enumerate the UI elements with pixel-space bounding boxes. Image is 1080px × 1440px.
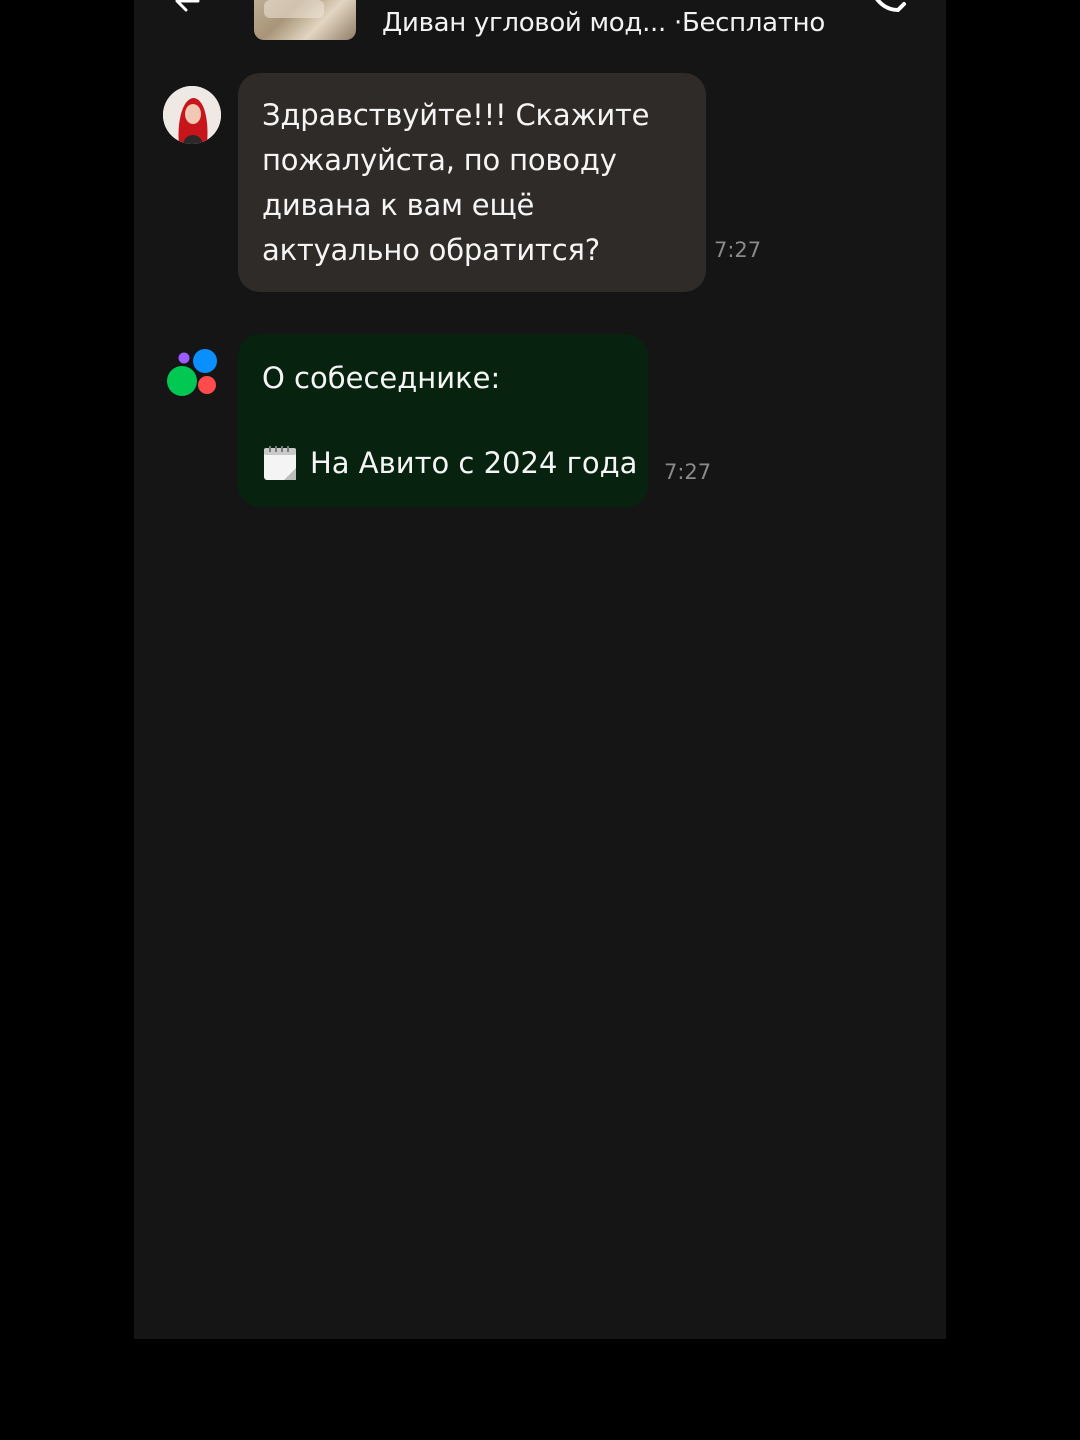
phone-icon[interactable] — [868, 0, 908, 20]
interlocutor-info-title: О собеседнике: — [262, 361, 501, 395]
member-since-row: На Авито с 2024 года — [262, 444, 637, 482]
listing-info[interactable]: Диван угловой мод... ·Бесплатно — [382, 8, 825, 38]
user-avatar[interactable] — [163, 86, 221, 144]
system-message-time: 7:27 — [664, 460, 712, 484]
interlocutor-info-bubble: О собеседнике: На Авито с 2024 года — [238, 334, 648, 507]
message-text: Здравствуйте!!! Скажите пожалуйста, по п… — [262, 98, 650, 267]
listing-separator: · — [673, 8, 682, 38]
member-since-text: На Авито с 2024 года — [310, 446, 638, 480]
back-arrow-icon[interactable] — [172, 0, 202, 16]
chat-header: Диван угловой мод... ·Бесплатно — [134, 0, 946, 52]
avito-logo-icon — [167, 349, 217, 396]
message-time: 7:27 — [714, 238, 762, 262]
user-photo-icon — [163, 86, 221, 144]
listing-title: Диван угловой мод... — [382, 8, 666, 38]
calendar-icon — [264, 446, 296, 480]
listing-price: Бесплатно — [681, 8, 825, 38]
incoming-message-bubble[interactable]: Здравствуйте!!! Скажите пожалуйста, по п… — [238, 73, 706, 292]
listing-thumbnail[interactable] — [254, 0, 356, 40]
chat-screen: Диван угловой мод... ·Бесплатно Здравств… — [134, 0, 946, 1339]
